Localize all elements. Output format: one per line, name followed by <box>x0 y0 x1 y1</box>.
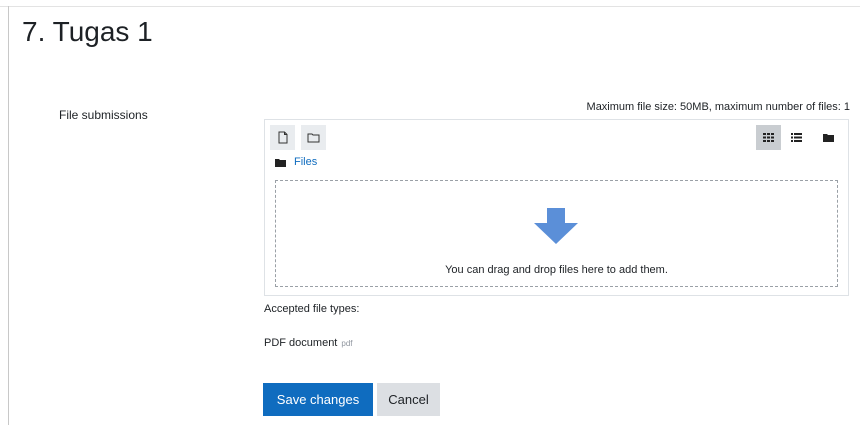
grid-view-icon <box>763 133 774 142</box>
save-changes-button[interactable]: Save changes <box>263 383 373 416</box>
page-title: 7. Tugas 1 <box>22 16 153 47</box>
file-manager-toolbar <box>265 120 848 154</box>
accepted-file-type: PDF document pdf <box>264 337 353 349</box>
cancel-button[interactable]: Cancel <box>377 383 440 416</box>
accepted-file-types-label: Accepted file types: <box>264 303 360 315</box>
tree-view-button[interactable] <box>816 125 841 150</box>
add-file-button[interactable] <box>270 125 295 150</box>
grid-view-button[interactable] <box>756 125 781 150</box>
list-view-button[interactable] <box>784 125 809 150</box>
file-submissions-label: File submissions <box>59 108 148 122</box>
file-dropzone[interactable]: You can drag and drop files here to add … <box>275 180 838 287</box>
filetype-extension: pdf <box>341 339 353 348</box>
create-folder-button[interactable] <box>301 125 326 150</box>
list-view-icon <box>791 133 802 142</box>
frame-left-border <box>8 6 9 425</box>
breadcrumb: Files <box>275 156 317 168</box>
frame-top-border <box>0 6 860 7</box>
add-file-icon <box>278 131 287 144</box>
dropzone-message: You can drag and drop files here to add … <box>445 264 668 276</box>
filetype-name: PDF document <box>264 337 338 349</box>
upload-arrow-icon <box>534 208 578 244</box>
file-limits-text: Maximum file size: 50MB, maximum number … <box>586 101 850 113</box>
breadcrumb-files-link[interactable]: Files <box>294 156 317 168</box>
file-manager: Files You can drag and drop files here t… <box>264 119 849 296</box>
create-folder-icon <box>307 133 320 143</box>
folder-icon <box>275 158 286 167</box>
tree-view-icon <box>823 134 834 142</box>
